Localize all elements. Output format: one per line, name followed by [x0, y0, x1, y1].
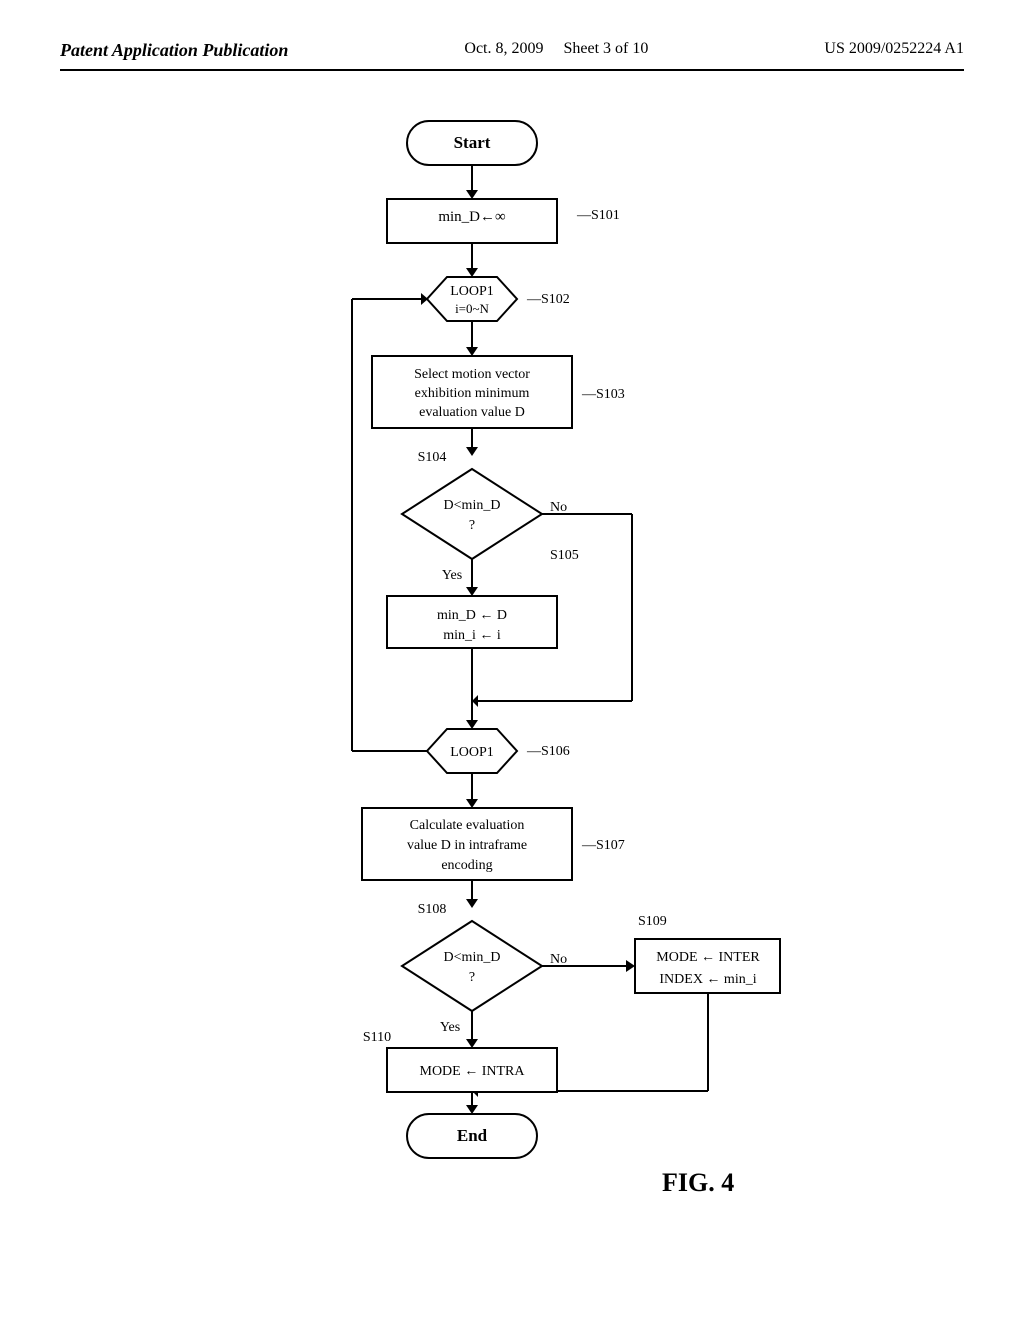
s105-line1: min_D ← D: [437, 608, 507, 623]
s108-diamond-line2: ?: [469, 970, 475, 985]
s109-line2: INDEX ← min_i: [659, 972, 756, 987]
s104-diamond-line1: D<min_D: [444, 498, 501, 513]
s103-line1: Select motion vector: [414, 367, 530, 382]
page-header: Patent Application Publication Oct. 8, 2…: [60, 40, 964, 71]
publication-title: Patent Application Publication: [60, 40, 288, 61]
s107-line2: value D in intraframe: [407, 838, 527, 853]
s108-diamond-line1: D<min_D: [444, 950, 501, 965]
s108-step-label: S108: [418, 902, 447, 917]
s107-line1: Calculate evaluation: [410, 818, 525, 833]
s104-diamond-line2: ?: [469, 518, 475, 533]
s106-label-text: LOOP1: [450, 745, 494, 760]
start-label: Start: [454, 133, 491, 152]
s102-label-text: LOOP1: [450, 284, 494, 299]
s110-label-text: MODE ← INTRA: [420, 1064, 526, 1079]
s102-range-text: i=0~N: [455, 301, 489, 316]
s106-step-label: —S106: [526, 744, 570, 759]
s110-step-label: S110: [363, 1030, 391, 1045]
s104-no-label: No: [550, 500, 567, 515]
s108-no-label: No: [550, 952, 567, 967]
s101-label-text: min_D←∞: [438, 209, 505, 225]
s101-step-label: —S101: [576, 208, 620, 223]
s109-line1: MODE ← INTER: [656, 950, 760, 965]
s107-step-label: —S107: [581, 838, 625, 853]
s109-step-label: S109: [638, 914, 667, 929]
s103-line3: evaluation value D: [419, 405, 525, 420]
patent-number: US 2009/0252224 A1: [824, 40, 964, 58]
s108-yes-label: Yes: [440, 1020, 460, 1035]
end-label: End: [457, 1126, 488, 1145]
s105-step-label: S105: [550, 548, 579, 563]
s104-step-label: S104: [418, 450, 447, 465]
s103-line2: exhibition minimum: [415, 386, 530, 401]
flowchart-svg: Start min_D←∞ —S101 LOOP1 i=0~N —S102: [232, 101, 792, 1251]
sheet-number: Sheet 3 of 10: [564, 40, 649, 57]
figure-label: FIG. 4: [662, 1168, 734, 1197]
page: Patent Application Publication Oct. 8, 2…: [0, 0, 1024, 1320]
s103-step-label: —S103: [581, 387, 625, 402]
s102-step-label: —S102: [526, 292, 570, 307]
flowchart-container: Start min_D←∞ —S101 LOOP1 i=0~N —S102: [232, 101, 792, 1256]
s107-line3: encoding: [441, 858, 492, 873]
s104-yes-label: Yes: [442, 568, 462, 583]
publication-date: Oct. 8, 2009: [464, 40, 543, 57]
header-date-sheet: Oct. 8, 2009 Sheet 3 of 10: [464, 40, 648, 58]
s105-line2: min_i ← i: [443, 628, 501, 643]
